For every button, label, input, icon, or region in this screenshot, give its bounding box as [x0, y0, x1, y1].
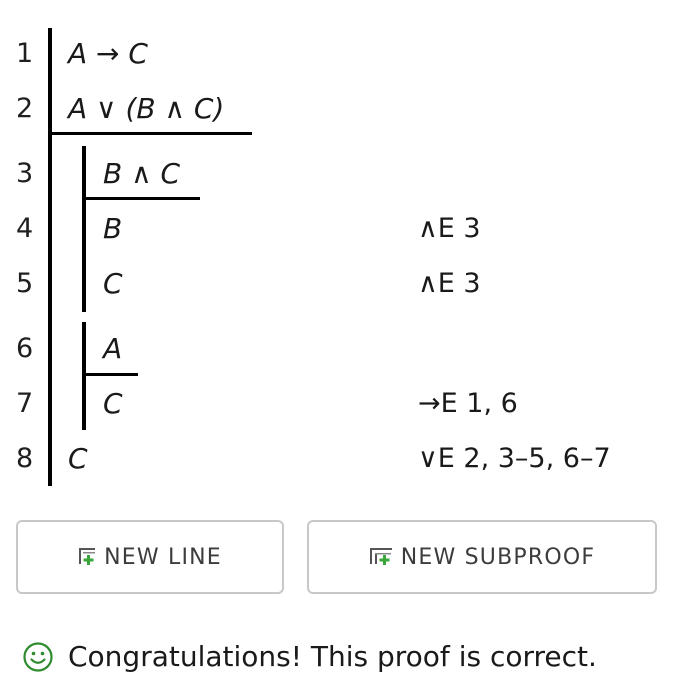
subproof-1-bar [82, 146, 86, 312]
new-line-button[interactable]: NEW LINE [16, 520, 284, 594]
formula[interactable]: A ∨ (B ∧ C) [68, 93, 224, 125]
premise-separator [48, 132, 252, 135]
line-number: 5 [16, 268, 34, 299]
justification[interactable]: ∧E 3 [418, 268, 481, 300]
line-number: 8 [16, 443, 34, 474]
formula[interactable]: A [103, 333, 122, 365]
justification[interactable]: ∨E 2, 3–5, 6–7 [418, 443, 611, 475]
new-line-icon [78, 546, 98, 572]
subproof-2-assumption-separator [82, 373, 138, 376]
formula[interactable]: C [103, 268, 123, 300]
line-number: 3 [16, 158, 34, 189]
proof-status: Congratulations! This proof is correct. [22, 640, 597, 673]
line-number: 7 [16, 388, 34, 419]
new-subproof-button[interactable]: NEW SUBPROOF [307, 520, 657, 594]
main-scope-bar [48, 28, 52, 486]
justification[interactable]: ∧E 3 [418, 213, 481, 245]
line-number: 6 [16, 333, 34, 364]
justification[interactable]: →E 1, 6 [418, 388, 518, 420]
formula[interactable]: B [103, 213, 122, 245]
new-line-label: NEW LINE [104, 544, 222, 570]
line-number: 1 [16, 38, 34, 69]
formula[interactable]: C [103, 388, 123, 420]
subproof-1-assumption-separator [82, 197, 200, 200]
new-subproof-icon [369, 546, 395, 572]
formula[interactable]: A → C [68, 38, 148, 70]
subproof-2-bar [82, 322, 86, 430]
new-subproof-label: NEW SUBPROOF [400, 544, 596, 570]
line-number: 2 [16, 93, 34, 124]
status-message: Congratulations! This proof is correct. [68, 640, 597, 673]
formula[interactable]: C [68, 443, 88, 475]
proof-area: 1 A → C 2 A ∨ (B ∧ C) 3 B ∧ C 4 B ∧E 3 5… [0, 0, 686, 500]
smiley-icon [23, 641, 53, 672]
line-number: 4 [16, 213, 34, 244]
formula[interactable]: B ∧ C [103, 158, 180, 190]
